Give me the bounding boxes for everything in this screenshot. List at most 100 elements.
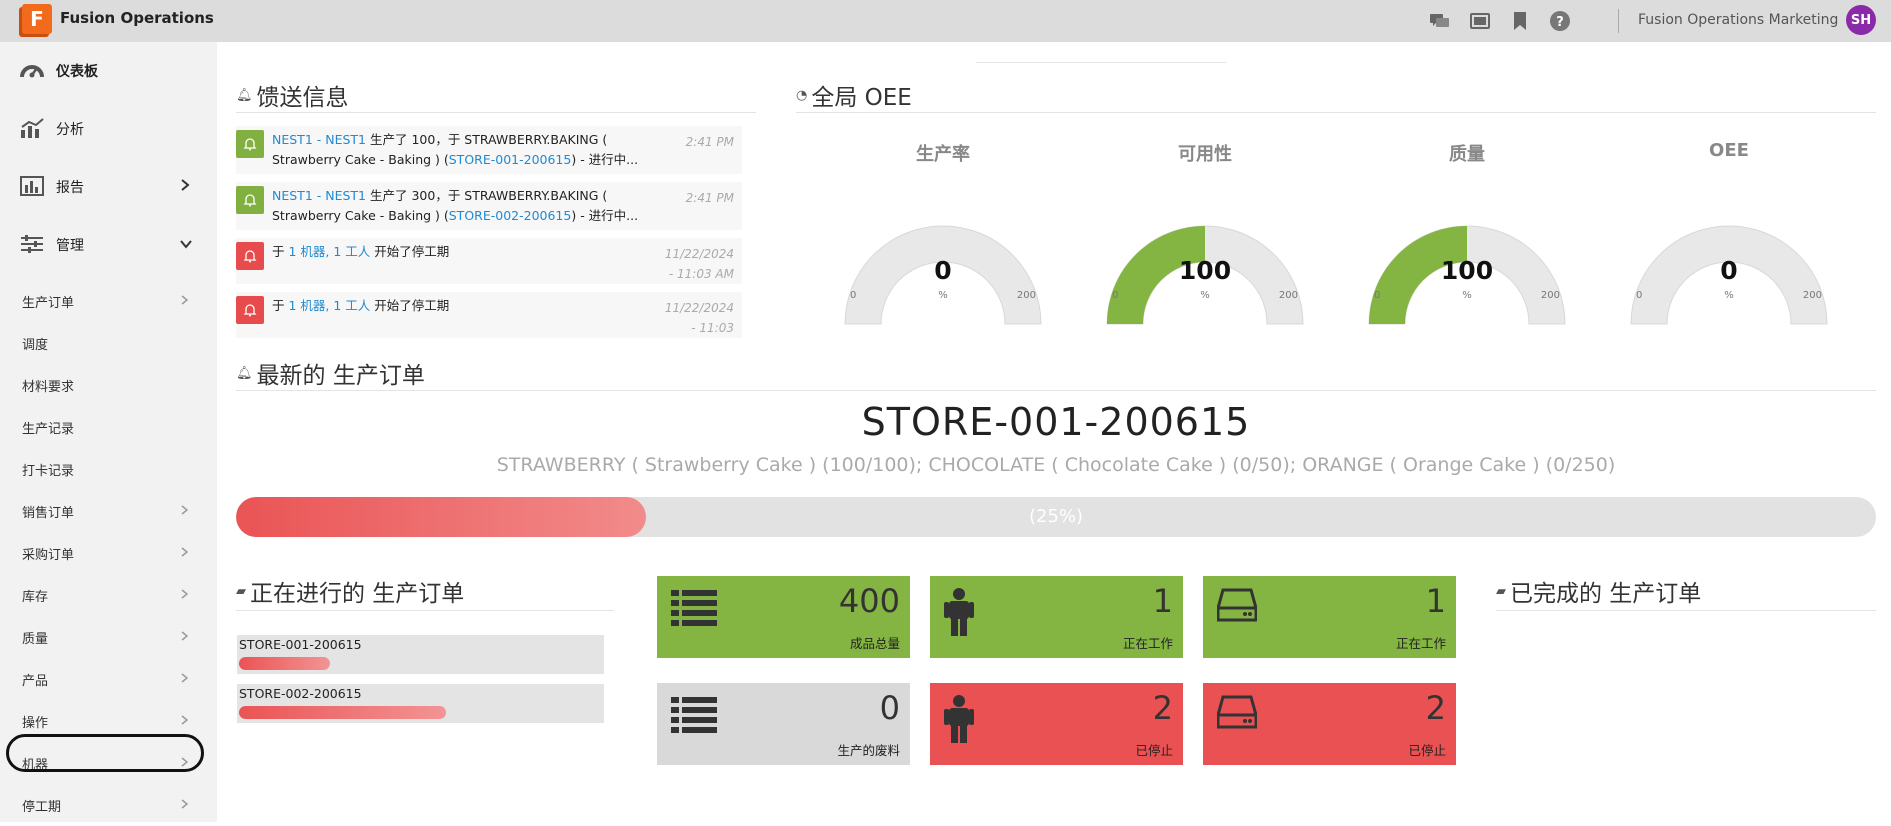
sidebar-subitem[interactable]: 调度 — [0, 322, 217, 364]
feed-link[interactable]: 1 机器, 1 工人 — [288, 298, 370, 313]
sidebar-item-dashboard[interactable]: 仪表板 — [0, 42, 217, 100]
sidebar-subitem[interactable]: 产品 — [0, 658, 217, 700]
feed-order-link[interactable]: STORE-001-200615 — [449, 152, 572, 167]
sidebar-subitem[interactable]: 打卡记录 — [0, 448, 217, 490]
oee-top-line — [976, 62, 1226, 63]
sidebar-subitem[interactable]: 销售订单 — [0, 490, 217, 532]
report-icon — [20, 176, 44, 198]
feed-text: 于 1 机器, 1 工人 开始了停工期 — [272, 296, 672, 316]
stat-value: 0 — [879, 689, 900, 727]
in-progress-order[interactable]: STORE-002-200615 — [237, 684, 604, 723]
sidebar-item-label: 仪表板 — [56, 64, 98, 80]
sidebar-item-label: 管理 — [56, 238, 84, 254]
feed-status: ) - 进行中... — [571, 208, 639, 223]
bell-icon — [236, 130, 264, 158]
stat-caption: 已停止 — [1135, 743, 1173, 758]
sidebar-subitem-label: 采购订单 — [22, 547, 75, 563]
display-icon[interactable] — [1469, 10, 1491, 32]
in-progress-order-code: STORE-002-200615 — [239, 686, 362, 701]
gauge-icon: ◔ — [796, 87, 808, 103]
feed-title: 馈送信息 — [256, 85, 349, 111]
stat-caption: 已停止 — [1408, 743, 1446, 758]
gauge-unit-text: % — [938, 290, 948, 301]
chat-icon[interactable] — [1429, 10, 1451, 32]
machine-icon — [1216, 588, 1258, 626]
stat-value: 2 — [1152, 689, 1173, 727]
sidebar-subitem-label: 销售订单 — [22, 505, 75, 521]
feed-order-link[interactable]: STORE-002-200615 — [449, 208, 572, 223]
feed-time: 11/22/2024 - 11:03 AM — [664, 247, 734, 281]
stat-tile[interactable]: 400 成品总量 — [657, 576, 910, 658]
sidebar-subitem[interactable]: 质量 — [0, 616, 217, 658]
latest-divider — [236, 390, 1876, 391]
sidebar-subitem[interactable]: 采购订单 — [0, 532, 217, 574]
oee-gauge: 生产率 0 0% 200 — [838, 140, 1048, 325]
highlight-ring — [6, 734, 204, 772]
gauge-value: 0 — [1720, 256, 1738, 285]
gauge-unit-text: % — [1724, 290, 1734, 301]
stat-value: 2 — [1425, 689, 1446, 727]
sidebar-subitem[interactable]: 生产订单 — [0, 280, 217, 322]
sidebar-item-management[interactable]: 管理 — [0, 216, 217, 274]
chevron-down-icon — [180, 237, 192, 253]
stat-caption: 正在工作 — [1395, 636, 1446, 651]
org-name[interactable]: Fusion Operations Marketing — [1638, 12, 1838, 28]
in-progress-order-code: STORE-001-200615 — [239, 637, 362, 652]
bell-icon: 🔔︎ — [236, 87, 253, 103]
in-progress-section-title: ▰ 正在进行的 生产订单 — [236, 574, 464, 608]
help-icon[interactable]: ? — [1549, 10, 1571, 32]
feed-prefix: 于 — [272, 298, 289, 313]
folder-icon: ▰ — [1496, 583, 1506, 599]
sidebar-subitem-label: 产品 — [22, 673, 49, 689]
sidebar-item-label: 报告 — [56, 180, 84, 196]
stat-tile[interactable]: 1 正在工作 — [1203, 576, 1456, 658]
in-progress-order[interactable]: STORE-001-200615 — [237, 635, 604, 674]
stat-tile[interactable]: 1 正在工作 — [930, 576, 1183, 658]
sidebar-subitem[interactable]: 材料要求 — [0, 364, 217, 406]
stat-tile[interactable]: 2 已停止 — [930, 683, 1183, 765]
chevron-right-icon — [181, 630, 189, 644]
latest-order-code[interactable]: STORE-001-200615 — [236, 400, 1876, 444]
latest-order-desc: STRAWBERRY ( Strawberry Cake ) (100/100)… — [496, 454, 1616, 476]
app-title[interactable]: Fusion Operations — [60, 9, 214, 27]
stat-value: 1 — [1152, 582, 1173, 620]
stat-tile[interactable]: 0 生产的废料 — [657, 683, 910, 765]
stat-caption: 正在工作 — [1122, 636, 1173, 651]
bell-icon — [236, 296, 264, 324]
feed-item[interactable]: NEST1 - NEST1 生产了 100，于 STRAWBERRY.BAKIN… — [236, 126, 742, 174]
feed-item[interactable]: 于 1 机器, 1 工人 开始了停工期 11/22/2024 - 11:03 AM — [236, 238, 742, 284]
feed-item[interactable]: NEST1 - NEST1 生产了 300，于 STRAWBERRY.BAKIN… — [236, 182, 742, 230]
gauge-title: 生产率 — [916, 144, 970, 165]
sidebar-subitem[interactable]: 库存 — [0, 574, 217, 616]
sidebar-subitem[interactable]: 生产记录 — [0, 406, 217, 448]
gauge-title: 质量 — [1449, 144, 1485, 165]
machine-icon — [1216, 695, 1258, 733]
oee-gauge: 可用性 100 0% 200 — [1100, 140, 1310, 325]
bookmark-icon[interactable] — [1509, 10, 1531, 32]
avatar[interactable]: SH — [1846, 5, 1876, 35]
top-icons: ? — [1429, 10, 1571, 32]
gauge-value: 0 — [934, 256, 952, 285]
feed-section-title: 🔔︎ 馈送信息 — [236, 78, 349, 112]
top-divider — [1618, 9, 1619, 33]
sidebar-subitem[interactable]: 停工期 — [0, 784, 217, 826]
sidebar-subitem-label: 打卡记录 — [22, 463, 75, 479]
feed-link[interactable]: NEST1 - NEST1 — [272, 132, 366, 147]
feed-link[interactable]: NEST1 - NEST1 — [272, 188, 366, 203]
feed-list[interactable]: NEST1 - NEST1 生产了 100，于 STRAWBERRY.BAKIN… — [236, 126, 742, 348]
oee-section-title: ◔ 全局 OEE — [796, 78, 912, 112]
completed-section-title: ▰ 已完成的 生产订单 — [1496, 574, 1701, 608]
stat-value: 1 — [1425, 582, 1446, 620]
analytics-icon — [20, 118, 44, 140]
latest-order-progress: (25%) — [236, 497, 1876, 537]
stat-tile[interactable]: 2 已停止 — [1203, 683, 1456, 765]
app-logo[interactable]: F — [22, 4, 52, 34]
chevron-right-icon — [181, 546, 189, 560]
sidebar-item-analytics[interactable]: 分析 — [0, 100, 217, 158]
gauge-max: 200 — [1278, 290, 1298, 301]
feed-link[interactable]: 1 机器, 1 工人 — [288, 244, 370, 259]
chevron-right-icon — [181, 504, 189, 518]
sidebar-item-reports[interactable]: 报告 — [0, 158, 217, 216]
feed-item[interactable]: 于 1 机器, 1 工人 开始了停工期 11/22/2024 - 11:03 — [236, 292, 742, 338]
list-icon — [671, 695, 717, 739]
